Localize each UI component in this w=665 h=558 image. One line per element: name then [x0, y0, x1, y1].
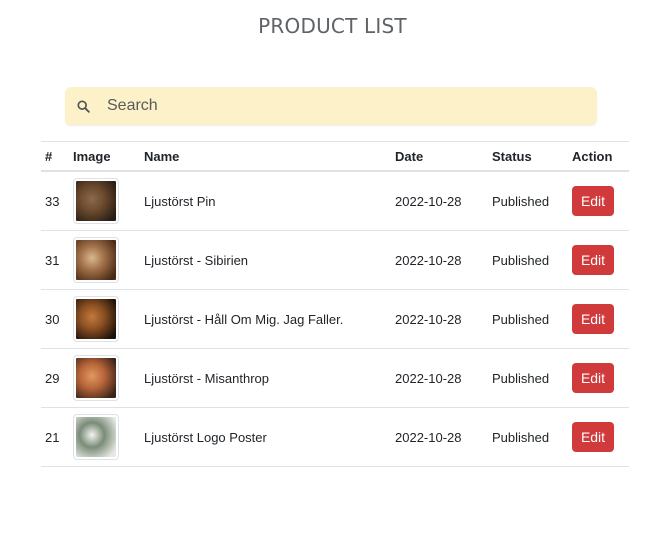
product-name: Ljustörst - Sibirien: [140, 230, 391, 290]
product-id: 21: [41, 407, 69, 467]
search-icon: [65, 87, 101, 125]
product-action-cell: Edit: [568, 171, 629, 231]
product-image: [76, 358, 116, 398]
edit-button[interactable]: Edit: [572, 245, 614, 275]
table-row: 33 Ljustörst Pin 2022-10-28 Published Edit: [41, 171, 629, 231]
column-header-date: Date: [391, 141, 488, 172]
product-id: 33: [41, 171, 69, 231]
product-action-cell: Edit: [568, 289, 629, 349]
product-id: 31: [41, 230, 69, 290]
product-status: Published: [488, 171, 568, 231]
edit-button[interactable]: Edit: [572, 186, 614, 216]
product-id: 30: [41, 289, 69, 349]
edit-button[interactable]: Edit: [572, 422, 614, 452]
product-image: [76, 240, 116, 280]
product-image-cell: [69, 230, 140, 290]
column-header-id: #: [41, 141, 69, 172]
product-status: Published: [488, 407, 568, 467]
product-name: Ljustörst Pin: [140, 171, 391, 231]
product-date: 2022-10-28: [391, 348, 488, 408]
product-thumbnail: [73, 414, 119, 460]
table-row: 29 Ljustörst - Misanthrop 2022-10-28 Publis…: [41, 348, 629, 408]
search-input[interactable]: [105, 88, 597, 124]
edit-button[interactable]: Edit: [572, 304, 614, 334]
product-image-cell: [69, 171, 140, 231]
product-table: # Image Name Date Status Action 33 Ljustö…: [41, 141, 629, 467]
product-image: [76, 181, 116, 221]
product-image-cell: [69, 407, 140, 467]
product-id: 29: [41, 348, 69, 408]
product-list-page: PRODUCT LIST # Image Name Date Status: [0, 0, 665, 558]
product-date: 2022-10-28: [391, 407, 488, 467]
table-row: 31 Ljustörst - Sibirien 2022-10-28 Publishe…: [41, 230, 629, 290]
product-date: 2022-10-28: [391, 289, 488, 349]
product-image-cell: [69, 348, 140, 408]
product-name: Ljustörst - Misanthrop: [140, 348, 391, 408]
product-name: Ljustörst - Håll Om Mig. Jag Faller.: [140, 289, 391, 349]
product-image: [76, 299, 116, 339]
product-status: Published: [488, 230, 568, 290]
edit-button[interactable]: Edit: [572, 363, 614, 393]
column-header-action: Action: [568, 141, 629, 172]
product-date: 2022-10-28: [391, 230, 488, 290]
product-status: Published: [488, 289, 568, 349]
column-header-status: Status: [488, 141, 568, 172]
product-date: 2022-10-28: [391, 171, 488, 231]
product-status: Published: [488, 348, 568, 408]
product-name: Ljustörst Logo Poster: [140, 407, 391, 467]
table-row: 21 Ljustörst Logo Poster 2022-10-28 Publish…: [41, 407, 629, 467]
product-image-cell: [69, 289, 140, 349]
column-header-image: Image: [69, 141, 140, 172]
search-bar: [65, 87, 597, 125]
product-thumbnail: [73, 296, 119, 342]
table-row: 30 Ljustörst - Håll Om Mig. Jag Faller. 20…: [41, 289, 629, 349]
product-action-cell: Edit: [568, 348, 629, 408]
table-header-row: # Image Name Date Status Action: [41, 141, 629, 172]
product-image: [76, 417, 116, 457]
product-action-cell: Edit: [568, 230, 629, 290]
product-action-cell: Edit: [568, 407, 629, 467]
product-thumbnail: [73, 178, 119, 224]
column-header-name: Name: [140, 141, 391, 172]
product-thumbnail: [73, 355, 119, 401]
product-thumbnail: [73, 237, 119, 283]
page-title: PRODUCT LIST: [258, 14, 407, 38]
